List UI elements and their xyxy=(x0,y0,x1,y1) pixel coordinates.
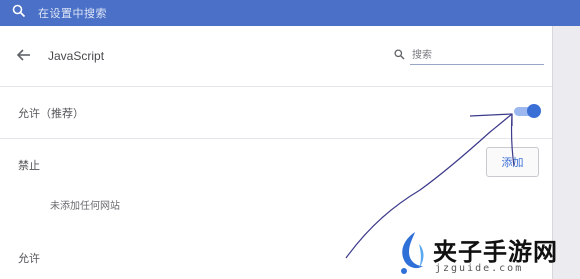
toggle-knob xyxy=(527,104,541,118)
allow-section-label: 允许 xyxy=(18,253,40,265)
watermark-brand: 夹子手游网 xyxy=(433,238,558,266)
search-icon xyxy=(12,4,26,18)
watermark-url: jzguide.com xyxy=(435,263,524,274)
page-header: JavaScript xyxy=(0,26,552,87)
allow-recommended-label: 允许（推荐） xyxy=(18,108,84,120)
search-input[interactable] xyxy=(410,46,544,65)
add-site-button[interactable]: 添加 xyxy=(486,147,539,177)
arrow-left-icon[interactable] xyxy=(16,48,32,62)
search-icon xyxy=(394,49,405,60)
page-title: JavaScript xyxy=(48,49,105,63)
settings-search-placeholder: 在设置中搜索 xyxy=(38,8,107,20)
site-search xyxy=(392,44,544,68)
allow-toggle[interactable] xyxy=(514,103,541,119)
allow-recommended-row: 允许（推荐） xyxy=(0,86,552,139)
watermark-logo-icon xyxy=(401,232,424,274)
block-section-label: 禁止 xyxy=(18,160,40,172)
settings-search-bar[interactable]: 在设置中搜索 xyxy=(0,0,580,26)
watermark: 夹子手游网 jzguide.com xyxy=(393,230,580,279)
no-sites-text: 未添加任何网站 xyxy=(50,201,120,212)
